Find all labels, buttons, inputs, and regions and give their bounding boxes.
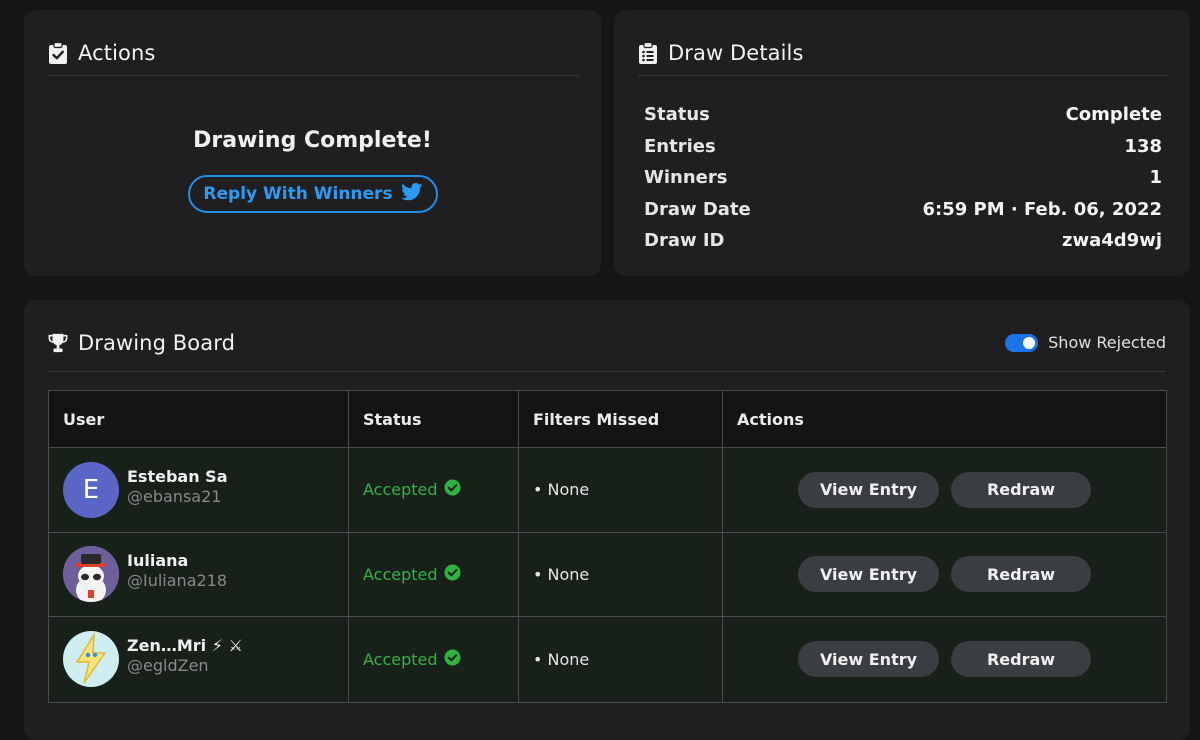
detail-value: zwa4d9wj: [1062, 230, 1162, 252]
user-handle: @Iuliana218: [127, 571, 228, 591]
avatar: [63, 631, 119, 688]
table-row: Zen…Mri ⚡ ⚔ @egldZen Accepted • None Vie…: [49, 617, 1166, 702]
filters-cell: • None: [519, 617, 723, 702]
actions-title: Actions: [78, 40, 156, 65]
user-text: Esteban Sa @ebansa21: [127, 467, 227, 507]
actions-cell: View Entry Redraw: [723, 533, 1166, 617]
detail-value: 138: [1124, 135, 1162, 157]
user-cell: Zen…Mri ⚡ ⚔ @egldZen: [49, 617, 349, 702]
user-handle: @ebansa21: [127, 486, 222, 506]
avatar: E: [63, 461, 119, 518]
drawing-board-table: User Status Filters Missed Actions E Est…: [48, 390, 1167, 703]
status-cell: Accepted: [349, 617, 519, 702]
filters-cell: • None: [519, 532, 723, 616]
redraw-button[interactable]: Redraw: [951, 471, 1091, 508]
table-row: Iuliana @Iuliana218 Accepted • None View…: [49, 532, 1166, 617]
details-title: Draw Details: [668, 40, 804, 65]
user-text: Iuliana @Iuliana218: [127, 551, 227, 591]
actions-card: Actions Drawing Complete! Reply With Win…: [24, 10, 601, 276]
draw-details-card: Draw Details Status Complete Entries 138…: [614, 10, 1190, 276]
clipboard-list-icon: [638, 41, 658, 64]
check-circle-icon: [444, 564, 461, 585]
status-text: Accepted: [363, 480, 438, 500]
status-text: Accepted: [363, 564, 438, 584]
user-cell: Iuliana @Iuliana218: [49, 532, 349, 616]
detail-label: Draw ID: [644, 230, 725, 252]
board-title: Drawing Board: [78, 330, 236, 355]
user-handle: @egldZen: [127, 656, 209, 676]
column-filters-missed: Filters Missed: [519, 391, 723, 447]
detail-value: 6:59 PM · Feb. 06, 2022: [922, 198, 1162, 220]
details-header: Draw Details: [638, 30, 1168, 76]
twitter-bird-icon: [400, 182, 423, 206]
table-header: User Status Filters Missed Actions: [49, 391, 1166, 448]
user-name: Esteban Sa: [127, 466, 228, 486]
user-name: Zen…Mri ⚡ ⚔: [127, 636, 243, 656]
user-name: Iuliana: [127, 551, 189, 571]
check-circle-icon: [444, 479, 461, 500]
redraw-button[interactable]: Redraw: [951, 556, 1091, 593]
trophy-icon: [48, 332, 68, 354]
avatar: [63, 546, 119, 603]
detail-label: Draw Date: [644, 198, 751, 220]
detail-row-draw-date: Draw Date 6:59 PM · Feb. 06, 2022: [644, 194, 1162, 226]
show-rejected-toggle[interactable]: [1005, 333, 1039, 352]
detail-row-entries: Entries 138: [644, 131, 1162, 163]
status-cell: Accepted: [349, 532, 519, 616]
status-text: Accepted: [363, 649, 438, 669]
view-entry-button[interactable]: View Entry: [798, 471, 939, 508]
detail-label: Entries: [644, 135, 716, 157]
details-list: Status Complete Entries 138 Winners 1 Dr…: [644, 99, 1162, 257]
reply-button-label: Reply With Winners: [203, 184, 393, 204]
check-circle-icon: [444, 649, 461, 670]
redraw-button[interactable]: Redraw: [951, 641, 1091, 678]
board-header: Drawing Board Show Rejected: [48, 314, 1166, 372]
show-rejected-control: Show Rejected: [1005, 333, 1166, 352]
detail-value: Complete: [1065, 104, 1162, 126]
detail-value: 1: [1149, 167, 1162, 189]
drawing-board-card: Drawing Board Show Rejected User Status …: [24, 300, 1190, 740]
detail-label: Winners: [644, 167, 728, 189]
user-text: Zen…Mri ⚡ ⚔ @egldZen: [127, 636, 243, 676]
table-row: E Esteban Sa @ebansa21 Accepted • None V…: [49, 448, 1166, 533]
detail-label: Status: [644, 104, 710, 126]
detail-row-draw-id: Draw ID zwa4d9wj: [644, 225, 1162, 257]
drawing-complete-text: Drawing Complete!: [193, 128, 432, 153]
actions-header: Actions: [48, 30, 579, 76]
column-actions: Actions: [737, 409, 804, 429]
clipboard-check-icon: [48, 41, 68, 64]
column-user: User: [49, 391, 349, 447]
actions-cell: View Entry Redraw: [723, 448, 1166, 532]
view-entry-button[interactable]: View Entry: [798, 641, 939, 678]
actions-cell: View Entry Redraw: [723, 617, 1166, 702]
status-cell: Accepted: [349, 448, 519, 532]
detail-row-status: Status Complete: [644, 99, 1162, 131]
view-entry-button[interactable]: View Entry: [798, 556, 939, 593]
column-status: Status: [349, 391, 519, 447]
show-rejected-label: Show Rejected: [1048, 333, 1166, 352]
reply-with-winners-button[interactable]: Reply With Winners: [188, 175, 438, 213]
filters-cell: • None: [519, 448, 723, 532]
detail-row-winners: Winners 1: [644, 162, 1162, 194]
user-cell: E Esteban Sa @ebansa21: [49, 448, 349, 532]
